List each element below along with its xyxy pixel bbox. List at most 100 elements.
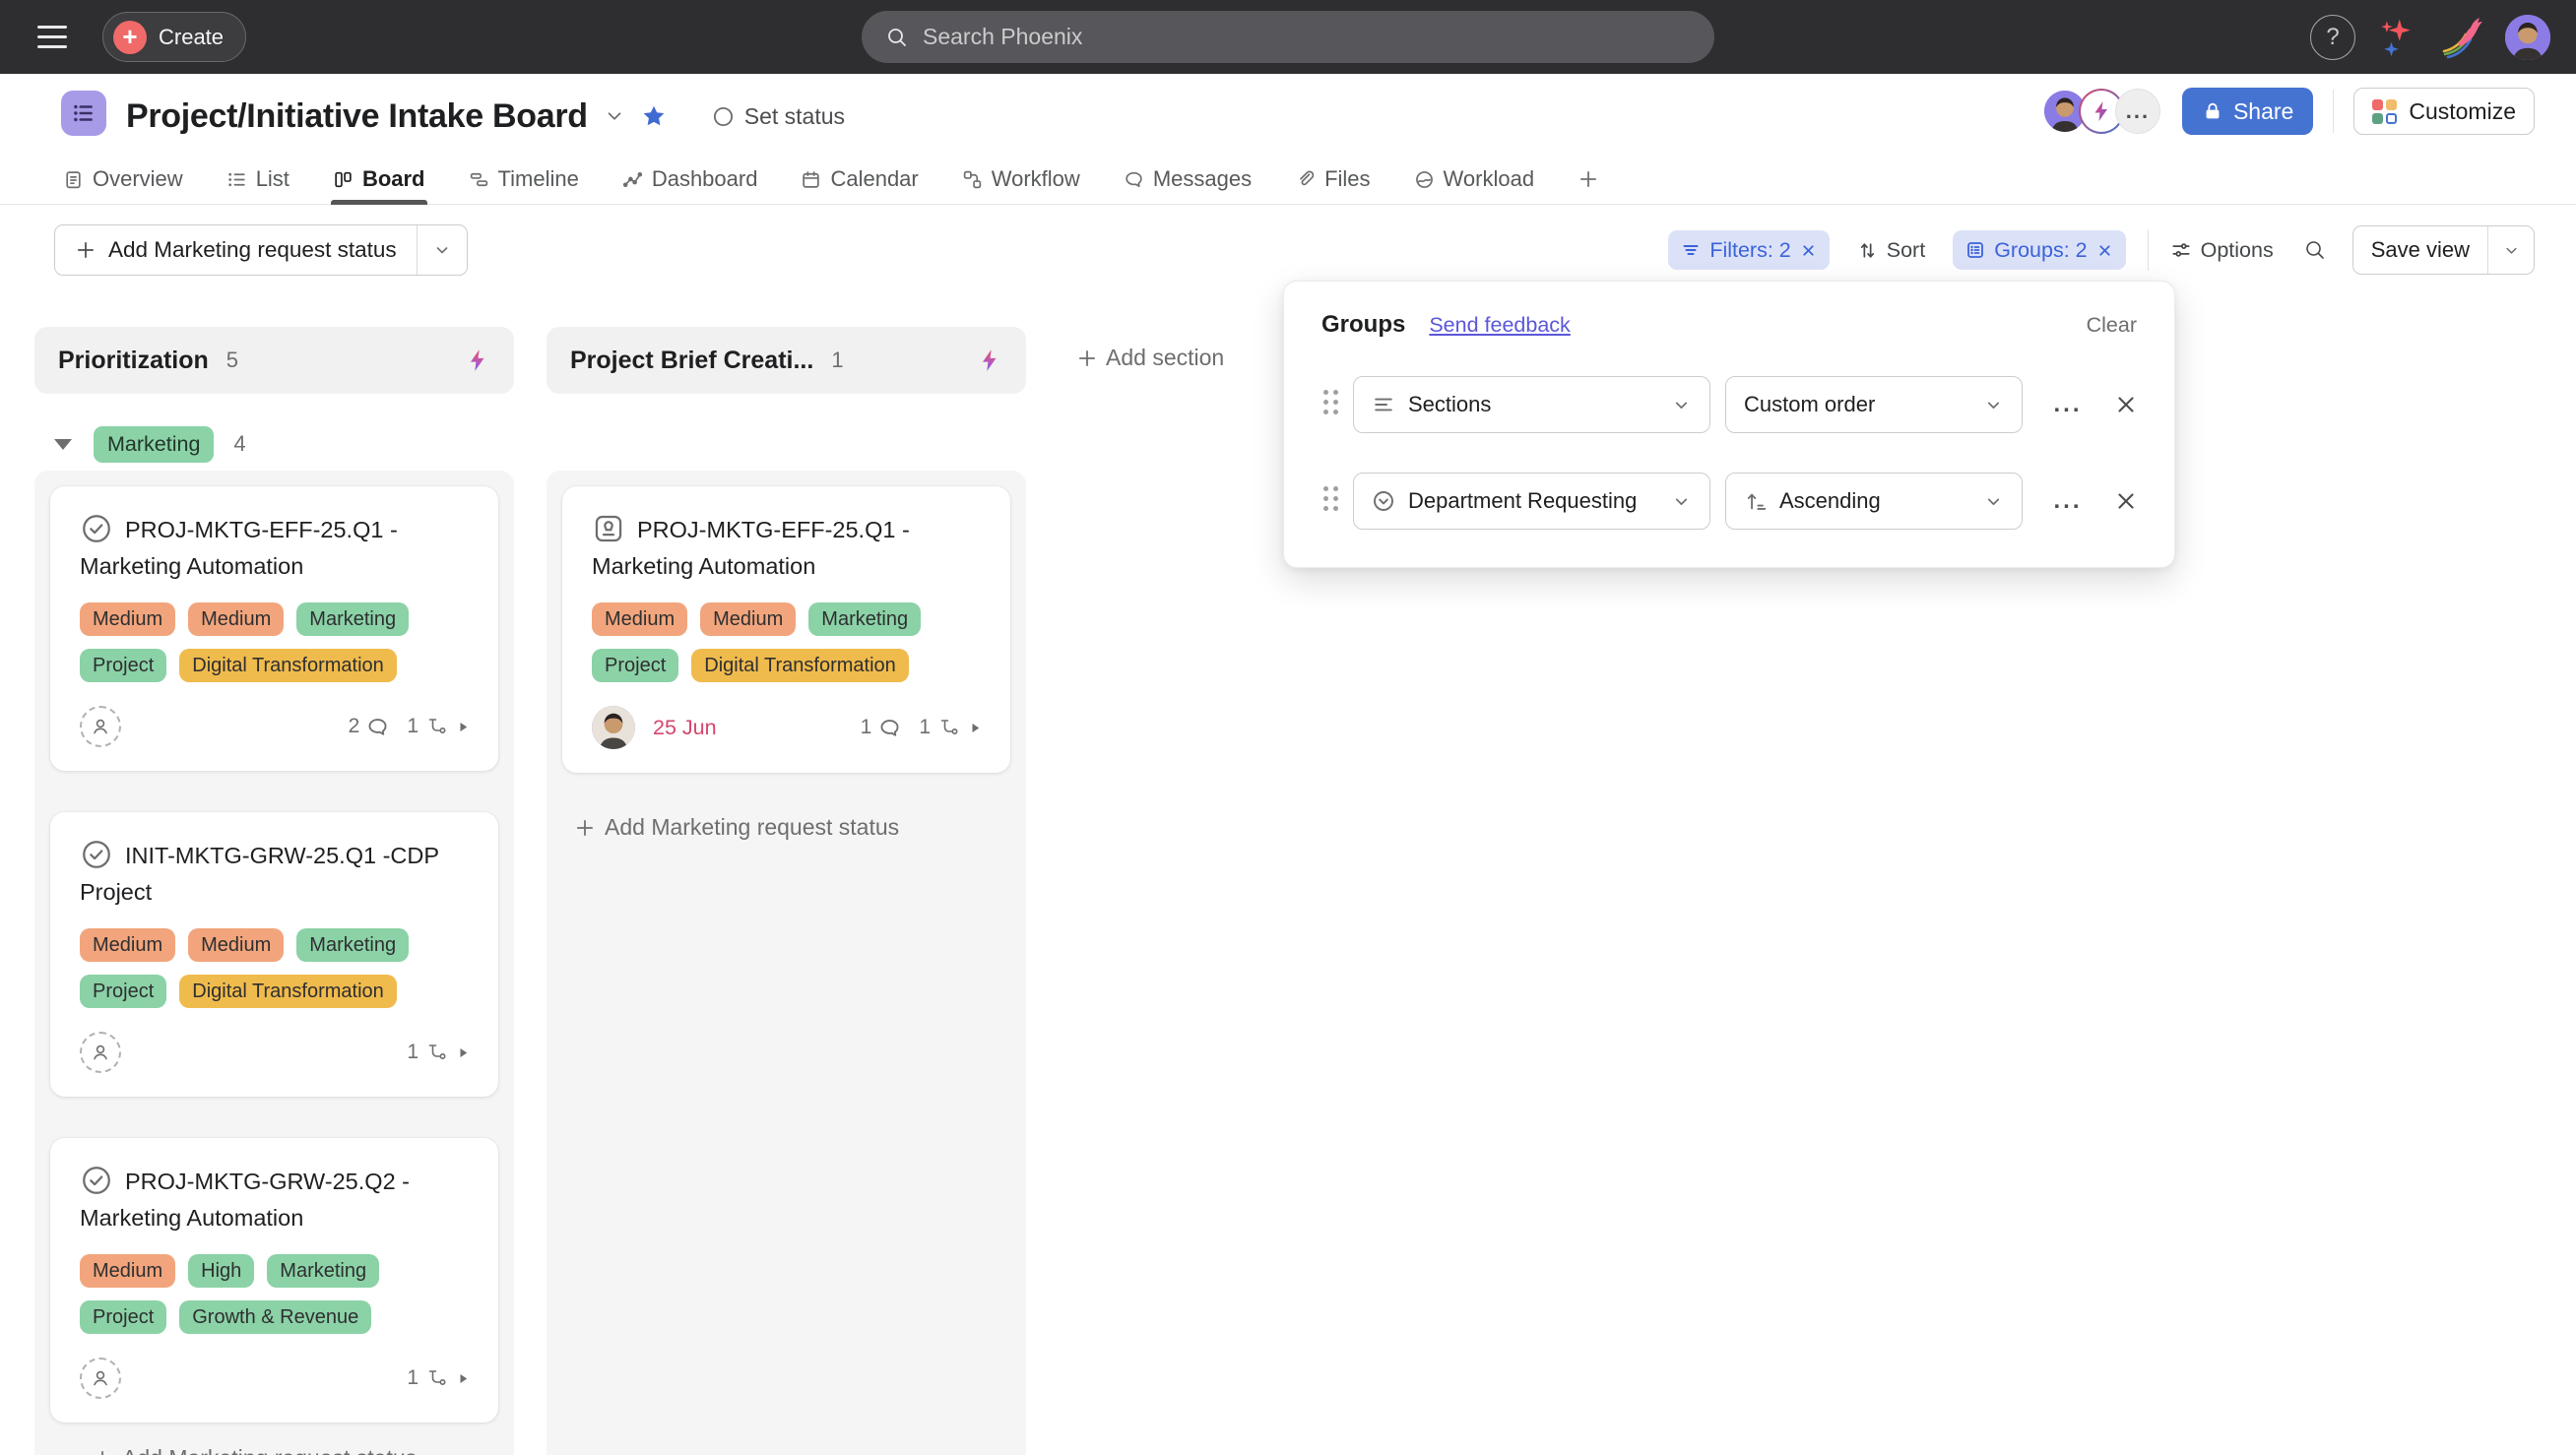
remove-group-rule-button[interactable] xyxy=(2105,384,2147,425)
assignee-placeholder[interactable] xyxy=(80,1032,121,1073)
groups-panel: Groups Send feedback Clear Sections Cust… xyxy=(1283,281,2175,568)
remove-group-rule-button[interactable] xyxy=(2105,480,2147,522)
project-header: Project/Initiative Intake Board Set stat… xyxy=(0,74,2576,155)
header-divider xyxy=(2333,90,2334,133)
page-title: Project/Initiative Intake Board xyxy=(126,97,588,136)
tab-calendar[interactable]: Calendar xyxy=(801,155,918,205)
search-placeholder: Search Phoenix xyxy=(923,24,1082,50)
hamburger-menu-icon[interactable] xyxy=(37,22,67,51)
tab-dashboard[interactable]: Dashboard xyxy=(622,155,758,205)
add-section-button[interactable]: Add section xyxy=(1076,345,1224,371)
save-view-dropdown[interactable] xyxy=(2488,226,2534,274)
approval-stamp-icon[interactable] xyxy=(592,512,625,545)
customize-label: Customize xyxy=(2409,98,2516,125)
save-view-button[interactable]: Save view xyxy=(2352,225,2535,275)
expand-subtasks-icon[interactable] xyxy=(456,1371,471,1386)
subtask-icon xyxy=(937,716,961,739)
task-card[interactable]: INIT-MKTG-GRW-25.Q1 -CDP Project Medium … xyxy=(50,812,498,1097)
tab-workflow[interactable]: Workflow xyxy=(962,155,1080,205)
tag: Medium xyxy=(80,1254,175,1288)
project-icon[interactable] xyxy=(61,91,106,136)
tab-messages[interactable]: Messages xyxy=(1124,155,1252,205)
create-button[interactable]: + Create xyxy=(102,12,246,62)
help-button[interactable]: ? xyxy=(2310,15,2355,60)
person-icon xyxy=(89,715,112,738)
user-avatar[interactable] xyxy=(2505,15,2550,60)
title-chevron-down-icon[interactable] xyxy=(604,105,625,127)
clear-groups-icon[interactable] xyxy=(2096,242,2113,259)
search-tasks-icon[interactable] xyxy=(2303,238,2327,262)
group-order-select[interactable]: Custom order xyxy=(1725,376,2023,433)
check-circle-icon[interactable] xyxy=(80,512,113,545)
group-field-select[interactable]: Department Requesting xyxy=(1353,473,1710,530)
due-date[interactable]: 25 Jun xyxy=(653,716,717,740)
close-icon xyxy=(2113,488,2139,514)
subtask-icon xyxy=(425,715,449,738)
set-status-button[interactable]: Set status xyxy=(712,103,845,130)
phoenix-logo-icon[interactable] xyxy=(2438,14,2485,61)
plus-icon xyxy=(1076,348,1098,369)
options-sliders-icon xyxy=(2170,239,2192,261)
add-card-button[interactable]: Add Marketing request status xyxy=(92,1445,417,1455)
group-order-select[interactable]: Ascending xyxy=(1725,473,2023,530)
tab-overview[interactable]: Overview xyxy=(63,155,183,205)
group-rule-more-button[interactable]: ... xyxy=(2044,480,2092,522)
group-field-select[interactable]: Sections xyxy=(1353,376,1710,433)
tab-timeline[interactable]: Timeline xyxy=(469,155,579,205)
task-card[interactable]: PROJ-MKTG-GRW-25.Q2 - Marketing Automati… xyxy=(50,1138,498,1423)
tag: Project xyxy=(592,649,678,682)
check-circle-icon[interactable] xyxy=(80,838,113,871)
customize-button[interactable]: Customize xyxy=(2353,88,2535,135)
swimlane-marketing[interactable]: Marketing 4 xyxy=(54,425,246,463)
tab-board[interactable]: Board xyxy=(333,155,425,205)
column-header-prioritization[interactable]: Prioritization 5 xyxy=(34,327,514,394)
subtask-count: 1 xyxy=(919,716,931,739)
search-input[interactable]: Search Phoenix xyxy=(862,11,1714,63)
groups-pill[interactable]: Groups: 2 xyxy=(1953,230,2125,270)
add-status-dropdown[interactable] xyxy=(418,225,467,275)
tab-list[interactable]: List xyxy=(226,155,290,205)
rule-bolt-icon[interactable] xyxy=(465,348,490,373)
expand-subtasks-icon[interactable] xyxy=(456,720,471,734)
tag: Medium xyxy=(188,928,284,962)
search-icon xyxy=(885,26,909,49)
column-header-project-brief[interactable]: Project Brief Creati... 1 xyxy=(547,327,1026,394)
check-circle-icon[interactable] xyxy=(80,1164,113,1197)
assignee-avatar[interactable] xyxy=(592,706,635,749)
drag-handle-icon[interactable] xyxy=(1323,390,1338,414)
options-button[interactable]: Options xyxy=(2170,238,2274,263)
add-tab-button[interactable] xyxy=(1578,155,1599,205)
assignee-placeholder[interactable] xyxy=(80,1358,121,1399)
add-status-button[interactable]: Add Marketing request status xyxy=(54,224,468,276)
tab-workload[interactable]: Workload xyxy=(1414,155,1535,205)
filters-pill[interactable]: Filters: 2 xyxy=(1668,230,1829,270)
collapse-triangle-icon[interactable] xyxy=(54,439,72,450)
tag: Marketing xyxy=(808,602,921,636)
share-button[interactable]: Share xyxy=(2182,88,2313,135)
task-card[interactable]: PROJ-MKTG-EFF-25.Q1 - Marketing Automati… xyxy=(50,486,498,771)
more-members-button[interactable]: ... xyxy=(2115,89,2160,134)
expand-subtasks-icon[interactable] xyxy=(456,1045,471,1060)
tab-files[interactable]: Files xyxy=(1295,155,1370,205)
files-icon xyxy=(1295,169,1316,190)
assignee-placeholder[interactable] xyxy=(80,706,121,747)
clear-filters-icon[interactable] xyxy=(1800,242,1817,259)
sort-button[interactable]: Sort xyxy=(1857,238,1925,263)
group-rule-more-button[interactable]: ... xyxy=(2044,384,2092,425)
rule-bolt-icon[interactable] xyxy=(977,348,1002,373)
timeline-icon xyxy=(469,169,489,190)
drag-handle-icon[interactable] xyxy=(1323,486,1338,511)
tag: Marketing xyxy=(267,1254,379,1288)
lock-icon xyxy=(2202,100,2223,122)
task-card[interactable]: PROJ-MKTG-EFF-25.Q1 - Marketing Automati… xyxy=(562,486,1010,773)
groups-icon xyxy=(1965,240,1985,260)
send-feedback-link[interactable]: Send feedback xyxy=(1429,313,1570,338)
favorite-star-icon[interactable] xyxy=(641,103,667,129)
ai-sparkles-icon[interactable] xyxy=(2375,16,2418,59)
expand-subtasks-icon[interactable] xyxy=(968,721,983,735)
tag-list: Medium Medium Marketing Project Digital … xyxy=(80,602,471,682)
add-card-button[interactable]: Add Marketing request status xyxy=(574,814,1010,841)
clear-groups-button[interactable]: Clear xyxy=(2087,313,2137,338)
tag: Medium xyxy=(80,602,175,636)
filter-icon xyxy=(1681,240,1701,260)
